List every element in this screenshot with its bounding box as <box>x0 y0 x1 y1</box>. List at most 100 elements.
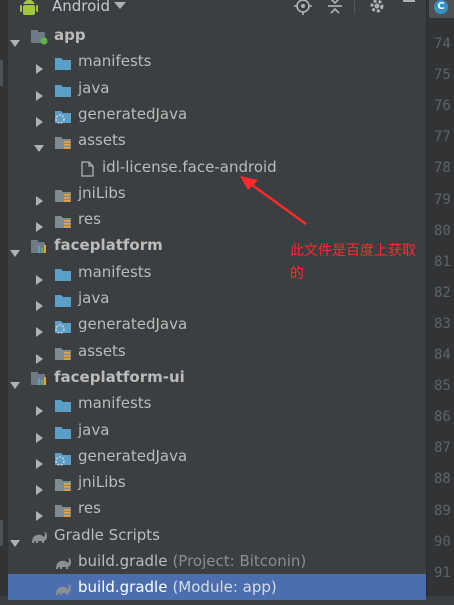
tree-item[interactable]: assets <box>8 338 426 364</box>
class-file-icon: C <box>434 0 448 14</box>
resource-folder-icon <box>54 185 72 202</box>
collapsed-arrow-icon[interactable] <box>34 398 44 417</box>
tree-item[interactable]: idl-license.face-android <box>8 154 426 180</box>
tree-item-label: generatedJava <box>78 443 187 469</box>
tree-item[interactable]: java <box>8 417 426 443</box>
tree-item-text: generatedJava <box>78 446 188 465</box>
tree-item-hint: (Module: app) <box>172 578 277 597</box>
tree-item[interactable]: generatedJava <box>8 443 426 469</box>
tree-item-text: jniLibs <box>78 183 126 202</box>
collapsed-arrow-icon[interactable] <box>34 346 44 364</box>
resource-folder-icon <box>54 343 72 360</box>
tree-item[interactable]: manifests <box>8 390 426 417</box>
tree-item-label: assets <box>78 127 126 153</box>
tree-item[interactable]: Gradle Scripts <box>8 522 426 548</box>
chevron-down-icon[interactable] <box>114 2 126 10</box>
editor-tab[interactable]: C <box>429 0 454 18</box>
collapsed-arrow-icon[interactable] <box>34 425 44 443</box>
tree-item[interactable]: generatedJava <box>8 101 426 127</box>
expanded-arrow-icon[interactable] <box>10 372 20 389</box>
tree-item-label: Gradle Scripts <box>54 522 160 548</box>
collapsed-arrow-icon[interactable] <box>34 214 44 233</box>
tree-item-label: java <box>78 417 109 443</box>
expanded-arrow-icon[interactable] <box>34 135 44 153</box>
tree-item-text: build.gradle <box>78 578 168 597</box>
folder-icon <box>54 395 72 413</box>
tree-item[interactable]: build.gradle (Module: app) <box>8 574 426 601</box>
expanded-arrow-icon[interactable] <box>10 240 20 258</box>
collapsed-arrow-icon[interactable] <box>34 267 44 285</box>
tree-item-label: java <box>78 285 109 311</box>
tree-item-text: faceplatform <box>54 236 163 255</box>
collapsed-arrow-icon[interactable] <box>34 188 44 206</box>
folder-icon <box>54 53 72 71</box>
line-number: 77 <box>434 129 451 146</box>
resource-folder-icon <box>54 474 72 492</box>
collapsed-arrow-icon[interactable] <box>34 319 44 338</box>
tree-item[interactable]: manifests <box>8 48 426 75</box>
folder-icon <box>54 264 72 281</box>
tree-item[interactable]: java <box>8 75 426 101</box>
tree-item[interactable]: build.gradle (Project: Bitconin) <box>8 548 426 574</box>
tree-item-label: manifests <box>78 259 152 285</box>
line-number: 90 <box>434 533 451 550</box>
collapsed-arrow-icon[interactable] <box>34 293 44 311</box>
tree-item-text: java <box>78 420 110 439</box>
project-tree: app manifests java generatedJava assets idl-l… <box>8 22 426 601</box>
tree-item[interactable]: res <box>8 495 426 522</box>
tree-item-text: manifests <box>78 262 152 281</box>
target-icon[interactable] <box>294 0 312 15</box>
tree-item-label: manifests <box>78 48 152 74</box>
line-number: 87 <box>434 440 451 457</box>
collapsed-arrow-icon[interactable] <box>34 83 44 101</box>
tree-item[interactable]: faceplatform-ui <box>8 364 426 390</box>
tree-item[interactable]: jniLibs <box>8 180 426 206</box>
tree-item-text: build.gradle <box>78 552 168 570</box>
tree-item[interactable]: assets <box>8 127 426 153</box>
tool-strip-marker <box>0 520 3 546</box>
tree-item-text: java <box>78 289 110 307</box>
tree-item-text: manifests <box>78 394 152 413</box>
collapsed-arrow-icon[interactable] <box>34 109 44 127</box>
tree-item[interactable]: java <box>8 285 426 311</box>
minimize-icon[interactable] <box>400 0 418 15</box>
tree-item-label: build.gradle (Module: app) <box>78 574 277 600</box>
tree-item-label: jniLibs <box>78 180 126 206</box>
tree-item-label: generatedJava <box>78 101 187 127</box>
tool-strip-marker <box>0 60 3 86</box>
annotation-arrow <box>240 176 307 226</box>
collapsed-arrow-icon[interactable] <box>34 477 44 496</box>
tree-item-hint: (Project: Bitconin) <box>172 552 307 570</box>
tree-item[interactable]: res <box>8 206 426 233</box>
resource-folder-icon <box>54 500 72 518</box>
line-number: 79 <box>434 191 451 208</box>
gear-icon[interactable] <box>368 0 386 15</box>
tree-item-text: generatedJava <box>78 315 188 334</box>
tree-item[interactable]: generatedJava <box>8 311 426 338</box>
line-number: 76 <box>434 98 451 115</box>
toolbar-separator <box>354 0 355 14</box>
tree-item-label: build.gradle (Project: Bitconin) <box>78 548 306 574</box>
line-number: 88 <box>434 471 451 488</box>
annotation-line: 此文件是百度上获取 <box>290 243 416 259</box>
collapse-icon[interactable] <box>326 0 344 15</box>
tree-item[interactable]: app <box>8 22 426 48</box>
collapsed-arrow-icon[interactable] <box>34 451 44 469</box>
tree-item-text: app <box>54 26 86 44</box>
view-selector-label[interactable]: Android <box>52 0 110 16</box>
tree-item-text: manifests <box>78 52 152 71</box>
expanded-arrow-icon[interactable] <box>10 530 20 547</box>
tree-item-label: manifests <box>78 390 152 416</box>
collapsed-arrow-icon[interactable] <box>34 503 44 522</box>
tree-item-label: java <box>78 75 109 101</box>
line-number: 83 <box>434 315 451 332</box>
tree-item[interactable]: jniLibs <box>8 469 426 496</box>
collapsed-arrow-icon[interactable] <box>34 56 44 75</box>
tree-item-label: faceplatform-ui <box>54 364 185 390</box>
folder-icon <box>54 290 72 307</box>
tree-item-text: res <box>78 210 101 229</box>
annotation-note: 此文件是百度上获取 的 <box>290 240 440 286</box>
annotation-line: 的 <box>290 266 304 282</box>
expanded-arrow-icon[interactable] <box>10 30 20 47</box>
module-icon <box>30 27 48 45</box>
